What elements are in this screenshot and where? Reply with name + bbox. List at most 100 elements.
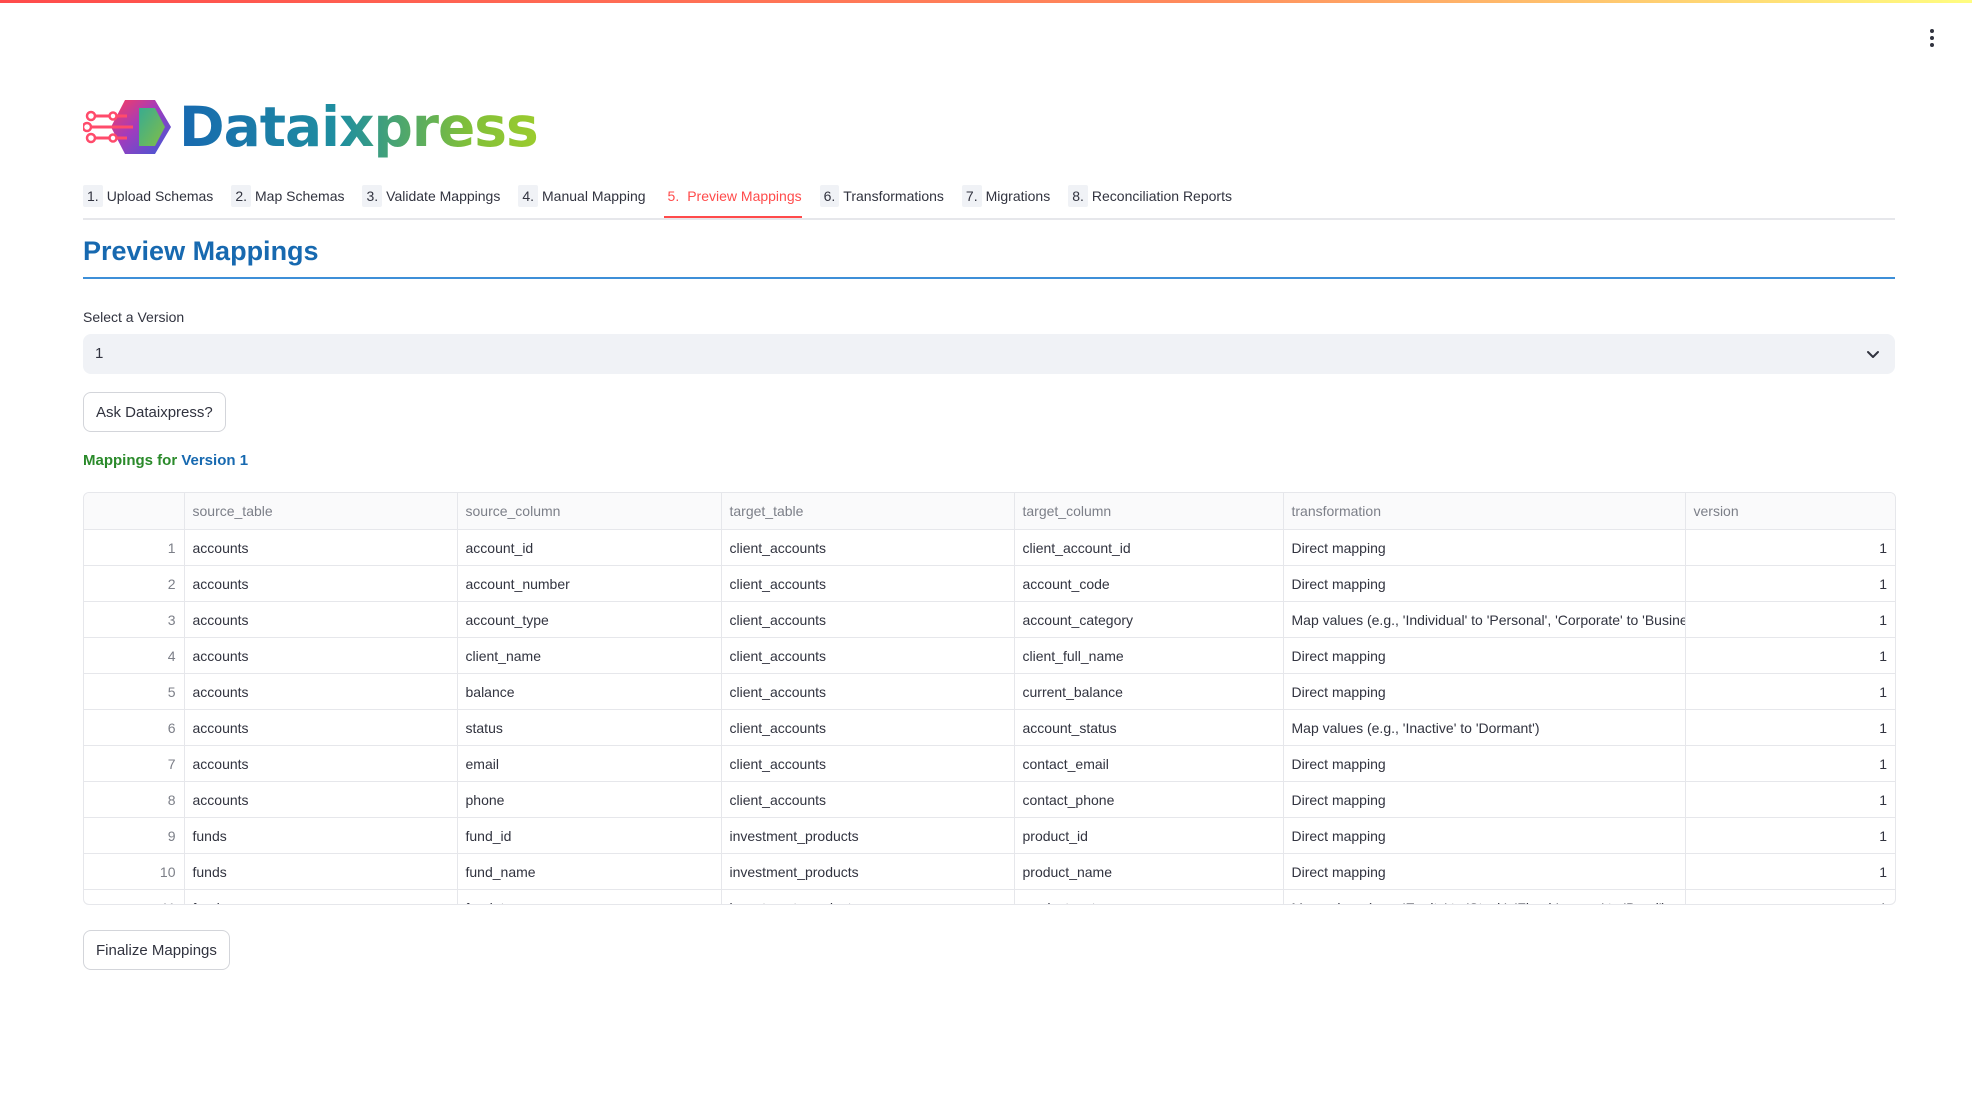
- cell-transformation[interactable]: Direct mapping: [1283, 817, 1686, 854]
- cell-transformation[interactable]: Direct mapping: [1283, 745, 1686, 782]
- cell-target-table[interactable]: investment_products: [721, 817, 1015, 854]
- cell-source-column[interactable]: fund_id: [457, 817, 722, 854]
- row-index[interactable]: 8: [84, 781, 185, 818]
- cell-transformation[interactable]: Direct mapping: [1283, 781, 1686, 818]
- cell-target-column[interactable]: contact_email: [1014, 745, 1284, 782]
- ask-dataixpress-button[interactable]: Ask Dataixpress?: [83, 392, 226, 432]
- cell-source-table[interactable]: accounts: [184, 673, 458, 710]
- cell-version[interactable]: 1: [1685, 601, 1895, 638]
- row-index[interactable]: 10: [84, 853, 185, 890]
- cell-target-table[interactable]: client_accounts: [721, 529, 1015, 566]
- row-index[interactable]: 11: [84, 889, 185, 904]
- table-row[interactable]: 2 accounts account_number client_accounts ac…: [84, 565, 1895, 602]
- column-header-version[interactable]: version: [1685, 493, 1895, 530]
- row-index[interactable]: 5: [84, 673, 185, 710]
- column-header-target-table[interactable]: target_table: [721, 493, 1015, 530]
- cell-version[interactable]: 1: [1685, 853, 1895, 890]
- cell-target-table[interactable]: investment_products: [721, 889, 1015, 904]
- cell-source-table[interactable]: accounts: [184, 529, 458, 566]
- row-index[interactable]: 2: [84, 565, 185, 602]
- table-row[interactable]: 8 accounts phone client_accounts contact_pho…: [84, 781, 1895, 818]
- cell-version[interactable]: 1: [1685, 889, 1895, 904]
- cell-version[interactable]: 1: [1685, 817, 1895, 854]
- cell-source-table[interactable]: accounts: [184, 781, 458, 818]
- cell-target-table[interactable]: client_accounts: [721, 637, 1015, 674]
- tab-migrations[interactable]: 7. Migrations: [961, 182, 1050, 216]
- cell-target-table[interactable]: client_accounts: [721, 745, 1015, 782]
- table-row[interactable]: 4 accounts client_name client_accounts clien…: [84, 637, 1895, 674]
- tab-map-schemas[interactable]: 2. Map Schemas: [231, 182, 344, 216]
- cell-source-table[interactable]: funds: [184, 889, 458, 904]
- cell-source-table[interactable]: accounts: [184, 637, 458, 674]
- cell-version[interactable]: 1: [1685, 673, 1895, 710]
- row-index[interactable]: 9: [84, 817, 185, 854]
- cell-target-table[interactable]: client_accounts: [721, 709, 1015, 746]
- column-header-source-column[interactable]: source_column: [457, 493, 722, 530]
- main-menu-button[interactable]: [1922, 26, 1942, 50]
- tab-upload-schemas[interactable]: 1. Upload Schemas: [83, 182, 213, 216]
- table-row[interactable]: 10 funds fund_name investment_products produ…: [84, 853, 1895, 890]
- cell-source-column[interactable]: fund_name: [457, 853, 722, 890]
- cell-source-table[interactable]: accounts: [184, 709, 458, 746]
- cell-source-column[interactable]: account_type: [457, 601, 722, 638]
- cell-target-table[interactable]: client_accounts: [721, 781, 1015, 818]
- cell-source-column[interactable]: account_id: [457, 529, 722, 566]
- row-index[interactable]: 1: [84, 529, 185, 566]
- cell-version[interactable]: 1: [1685, 529, 1895, 566]
- cell-target-column[interactable]: current_balance: [1014, 673, 1284, 710]
- column-header-transformation[interactable]: transformation: [1283, 493, 1686, 530]
- column-header-target-column[interactable]: target_column: [1014, 493, 1284, 530]
- cell-source-table[interactable]: accounts: [184, 565, 458, 602]
- tab-transformations[interactable]: 6. Transformations: [819, 182, 944, 216]
- cell-transformation[interactable]: Direct mapping: [1283, 565, 1686, 602]
- cell-target-table[interactable]: investment_products: [721, 853, 1015, 890]
- table-row[interactable]: 1 accounts account_id client_accounts client…: [84, 529, 1895, 566]
- row-index[interactable]: 7: [84, 745, 185, 782]
- mappings-table[interactable]: source_table source_column target_table …: [83, 492, 1896, 905]
- table-row[interactable]: 7 accounts email client_accounts contact_ema…: [84, 745, 1895, 782]
- cell-version[interactable]: 1: [1685, 637, 1895, 674]
- finalize-mappings-button[interactable]: Finalize Mappings: [83, 930, 230, 970]
- cell-target-table[interactable]: client_accounts: [721, 673, 1015, 710]
- cell-transformation[interactable]: Direct mapping: [1283, 529, 1686, 566]
- cell-source-column[interactable]: client_name: [457, 637, 722, 674]
- tab-preview-mappings[interactable]: 5. Preview Mappings: [663, 182, 802, 218]
- cell-target-column[interactable]: client_account_id: [1014, 529, 1284, 566]
- cell-target-table[interactable]: client_accounts: [721, 601, 1015, 638]
- cell-target-column[interactable]: account_category: [1014, 601, 1284, 638]
- cell-version[interactable]: 1: [1685, 565, 1895, 602]
- tab-manual-mapping[interactable]: 4. Manual Mapping: [518, 182, 646, 216]
- cell-transformation[interactable]: Map values (e.g., 'Equity' to 'Stock', '…: [1283, 889, 1686, 904]
- column-header-source-table[interactable]: source_table: [184, 493, 458, 530]
- column-header-index[interactable]: [84, 493, 185, 530]
- cell-target-column[interactable]: product_category: [1014, 889, 1284, 904]
- cell-target-table[interactable]: client_accounts: [721, 565, 1015, 602]
- version-select[interactable]: 1: [83, 334, 1895, 374]
- cell-source-table[interactable]: accounts: [184, 745, 458, 782]
- cell-transformation[interactable]: Direct mapping: [1283, 673, 1686, 710]
- cell-source-table[interactable]: funds: [184, 817, 458, 854]
- cell-version[interactable]: 1: [1685, 781, 1895, 818]
- cell-target-column[interactable]: account_status: [1014, 709, 1284, 746]
- table-row[interactable]: 6 accounts status client_accounts account_st…: [84, 709, 1895, 746]
- table-row[interactable]: 9 funds fund_id investment_products product_…: [84, 817, 1895, 854]
- cell-target-column[interactable]: product_id: [1014, 817, 1284, 854]
- cell-source-column[interactable]: email: [457, 745, 722, 782]
- cell-transformation[interactable]: Map values (e.g., 'Individual' to 'Perso…: [1283, 601, 1686, 638]
- tab-reconciliation-reports[interactable]: 8. Reconciliation Reports: [1068, 182, 1232, 216]
- table-row[interactable]: 5 accounts balance client_accounts current_b…: [84, 673, 1895, 710]
- cell-target-column[interactable]: contact_phone: [1014, 781, 1284, 818]
- cell-source-column[interactable]: status: [457, 709, 722, 746]
- row-index[interactable]: 3: [84, 601, 185, 638]
- cell-source-table[interactable]: accounts: [184, 601, 458, 638]
- cell-source-column[interactable]: balance: [457, 673, 722, 710]
- cell-transformation[interactable]: Map values (e.g., 'Inactive' to 'Dormant…: [1283, 709, 1686, 746]
- table-row[interactable]: 3 accounts account_type client_accounts acco…: [84, 601, 1895, 638]
- row-index[interactable]: 4: [84, 637, 185, 674]
- cell-source-column[interactable]: fund_type: [457, 889, 722, 904]
- table-row[interactable]: 11fundsfund_typeinvestment_productsprodu…: [84, 889, 1895, 904]
- cell-target-column[interactable]: account_code: [1014, 565, 1284, 602]
- cell-source-column[interactable]: phone: [457, 781, 722, 818]
- cell-source-column[interactable]: account_number: [457, 565, 722, 602]
- cell-version[interactable]: 1: [1685, 709, 1895, 746]
